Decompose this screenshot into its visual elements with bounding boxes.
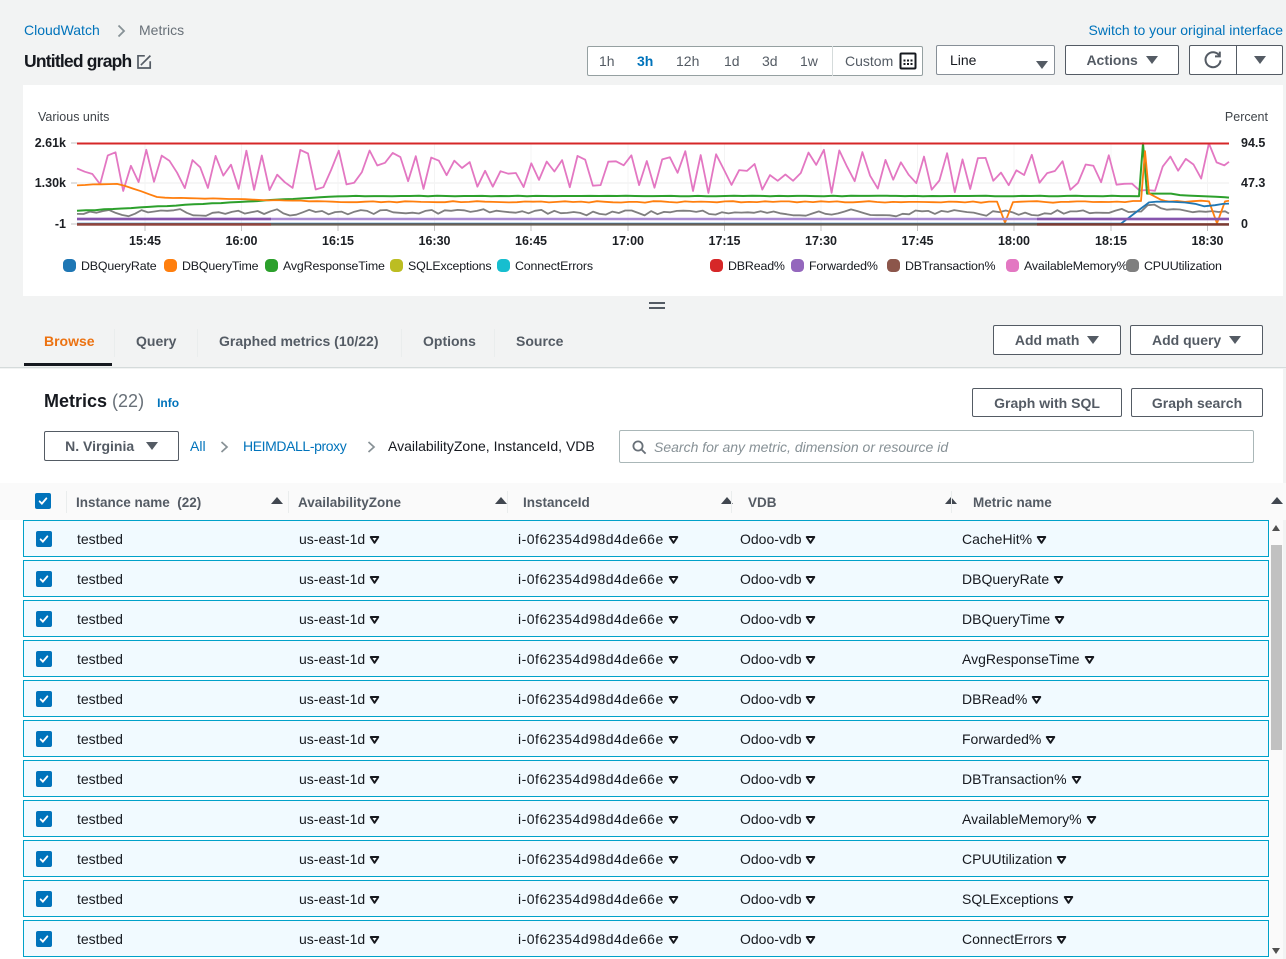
svg-text:17:45: 17:45	[902, 234, 934, 248]
svg-text:-1: -1	[55, 217, 66, 231]
svg-text:ConnectErrors: ConnectErrors	[515, 259, 593, 273]
svg-text:16:00: 16:00	[226, 234, 258, 248]
svg-text:2.61k: 2.61k	[35, 136, 66, 150]
svg-text:16:45: 16:45	[515, 234, 547, 248]
svg-text:17:00: 17:00	[612, 234, 644, 248]
svg-text:94.5: 94.5	[1241, 136, 1265, 150]
svg-text:DBQueryTime: DBQueryTime	[182, 259, 259, 273]
svg-text:Forwarded%: Forwarded%	[809, 259, 878, 273]
svg-text:DBRead%: DBRead%	[728, 259, 785, 273]
svg-text:SQLExceptions: SQLExceptions	[408, 259, 491, 273]
svg-text:16:30: 16:30	[419, 234, 451, 248]
svg-text:0: 0	[1241, 217, 1248, 231]
svg-text:18:30: 18:30	[1192, 234, 1224, 248]
svg-text:Percent: Percent	[1225, 110, 1269, 124]
svg-text:1.30k: 1.30k	[35, 176, 66, 190]
svg-text:15:45: 15:45	[129, 234, 161, 248]
svg-text:DBQueryRate: DBQueryRate	[81, 259, 157, 273]
svg-text:17:30: 17:30	[805, 234, 837, 248]
svg-text:47.3: 47.3	[1241, 176, 1265, 190]
svg-text:AvgResponseTime: AvgResponseTime	[283, 259, 385, 273]
svg-text:17:15: 17:15	[709, 234, 741, 248]
svg-text:DBTransaction%: DBTransaction%	[905, 259, 996, 273]
svg-text:Various units: Various units	[38, 110, 109, 124]
svg-text:CPUUtilization: CPUUtilization	[1144, 259, 1222, 273]
svg-text:AvailableMemory%: AvailableMemory%	[1024, 259, 1128, 273]
svg-text:18:15: 18:15	[1095, 234, 1127, 248]
svg-text:18:00: 18:00	[998, 234, 1030, 248]
svg-text:16:15: 16:15	[322, 234, 354, 248]
